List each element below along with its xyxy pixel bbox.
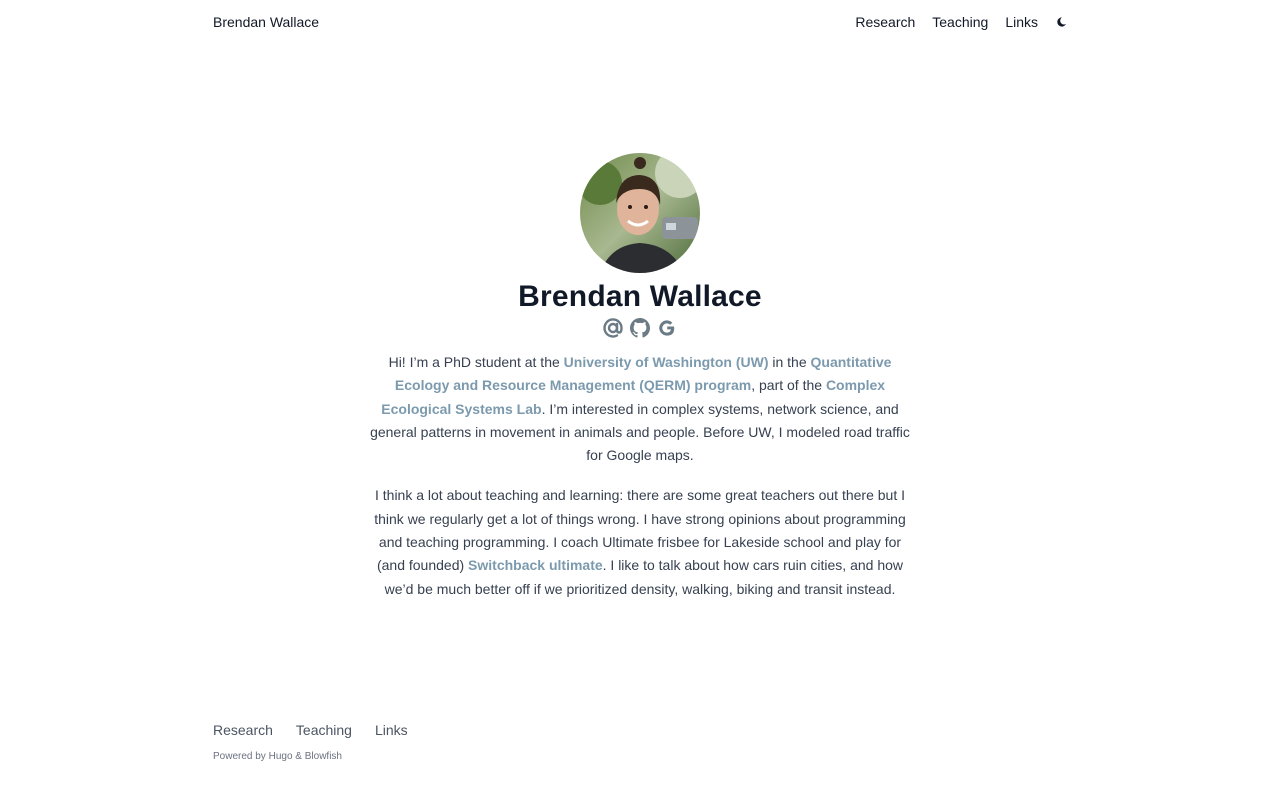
switchback-ultimate-link[interactable]: Switchback ultimate [468, 557, 603, 573]
bio-paragraph-1: Hi! I’m a PhD student at the University … [366, 351, 914, 467]
nav-research-link[interactable]: Research [855, 15, 915, 29]
moon-icon [1056, 17, 1066, 27]
bio-text: in the [768, 354, 811, 370]
theme-toggle-button[interactable] [1055, 16, 1067, 28]
github-link[interactable] [630, 318, 650, 338]
powered-prefix: Powered by [213, 751, 269, 762]
footer-nav: Research Teaching Links [213, 720, 431, 740]
google-scholar-link[interactable] [657, 318, 677, 338]
main-content: Brendan Wallace Hi! I’m a PhD student at… [0, 153, 1280, 618]
site-title-link[interactable]: Brendan Wallace [213, 15, 319, 29]
bio-paragraph-2: I think a lot about teaching and learnin… [366, 484, 914, 600]
profile-photo [580, 153, 700, 273]
uw-link[interactable]: University of Washington (UW) [564, 354, 769, 370]
bio: Hi! I’m a PhD student at the University … [366, 351, 914, 618]
top-nav: Research Teaching Links [855, 15, 1067, 29]
page: Brendan Wallace Research Teaching Links [0, 0, 1280, 800]
site-header: Brendan Wallace Research Teaching Links [213, 0, 1067, 44]
social-links [603, 317, 677, 339]
bio-text: , part of the [751, 377, 826, 394]
nav-teaching-link[interactable]: Teaching [932, 15, 988, 29]
hugo-link[interactable]: Hugo [269, 751, 293, 762]
powered-by: Powered by Hugo & Blowfish [213, 750, 431, 764]
github-icon [630, 318, 650, 338]
footer-research-link[interactable]: Research [213, 720, 273, 740]
email-icon [603, 318, 623, 338]
profile-photo-image [580, 153, 700, 273]
footer-links-link[interactable]: Links [375, 720, 408, 740]
profile-name: Brendan Wallace [518, 280, 762, 313]
bio-text: Hi! I’m a PhD student at the [388, 354, 564, 370]
footer-teaching-link[interactable]: Teaching [296, 720, 352, 740]
nav-links-link[interactable]: Links [1005, 15, 1038, 29]
blowfish-link[interactable]: Blowfish [305, 751, 342, 762]
site-footer: Research Teaching Links Powered by Hugo … [213, 720, 431, 764]
powered-amp: & [292, 751, 305, 762]
email-link[interactable] [603, 318, 623, 338]
google-scholar-icon [659, 320, 675, 336]
